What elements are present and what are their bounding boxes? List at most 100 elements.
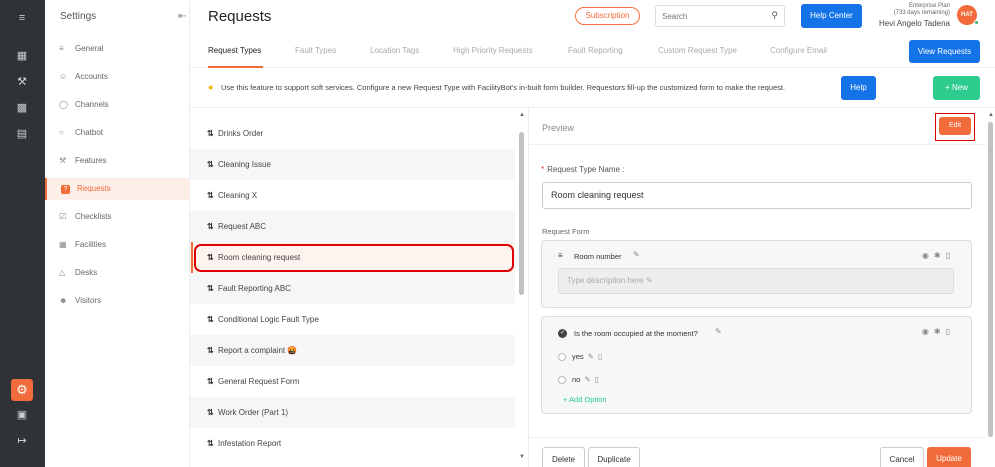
list-item[interactable]: ⇅ Request ABC	[190, 211, 515, 242]
sort-icon[interactable]: ⇅	[207, 335, 214, 366]
text-field-icon: ≡	[558, 251, 563, 260]
sort-icon[interactable]: ⇅	[207, 304, 214, 335]
list-scrollbar[interactable]: ▲ ▼	[518, 112, 526, 467]
list-item[interactable]: ⇅ Infestation Report	[190, 428, 515, 459]
eye-icon[interactable]: ◉	[922, 251, 934, 260]
request-type-name-field[interactable]: Room cleaning request	[542, 182, 972, 209]
tab-configure-email[interactable]: Configure Email	[770, 46, 827, 55]
option-label: no	[572, 375, 581, 384]
sidebar-item-label: Features	[75, 156, 107, 165]
trash-icon[interactable]: ▯	[595, 375, 599, 384]
chatbot-icon: ○	[59, 128, 64, 137]
delete-button[interactable]: Delete	[542, 447, 585, 467]
pencil-icon[interactable]: ✎	[715, 327, 722, 336]
subscription-button[interactable]: Subscription	[575, 7, 640, 25]
sort-icon[interactable]: ⇅	[207, 211, 214, 242]
sidebar-item-accounts[interactable]: ☺ Accounts	[45, 66, 190, 88]
box-icon[interactable]: ▣	[14, 407, 30, 423]
radio-button[interactable]	[558, 376, 566, 385]
radio-button[interactable]	[558, 353, 566, 362]
sidebar-item-label: Facilities	[75, 240, 107, 249]
sidebar-item-visitors[interactable]: ☻ Visitors	[45, 290, 190, 312]
list-item[interactable]: ⇅ Drinks Order	[190, 118, 515, 149]
menu-icon[interactable]: ≡	[14, 10, 30, 26]
trash-icon[interactable]: ▯	[946, 251, 955, 260]
add-option-button[interactable]: + Add Option	[563, 395, 607, 404]
scroll-up-icon[interactable]: ▲	[519, 112, 525, 118]
list-item[interactable]: ⇅ General Request Form	[190, 366, 515, 397]
update-button[interactable]: Update	[927, 447, 971, 467]
list-item-label: General Request Form	[218, 377, 300, 386]
sort-icon[interactable]: ⇅	[207, 118, 214, 149]
analytics-icon[interactable]: ▤	[14, 126, 30, 142]
collapse-sidebar-icon[interactable]: ⇤	[178, 11, 186, 22]
sort-icon[interactable]: ⇅	[207, 428, 214, 459]
list-item[interactable]: ⇅ Cleaning Issue	[190, 149, 515, 180]
sidebar-item-requests[interactable]: ? Requests	[45, 178, 190, 200]
description-field[interactable]: Type description here ✎	[558, 268, 954, 294]
logout-icon[interactable]: ↦	[14, 433, 30, 449]
sidebar-item-features[interactable]: ⚒ Features	[45, 150, 190, 172]
scroll-down-icon[interactable]: ▼	[519, 454, 525, 460]
edit-button[interactable]: Edit	[939, 117, 971, 135]
pencil-icon[interactable]: ✎	[646, 276, 653, 285]
sort-icon[interactable]: ⇅	[207, 149, 214, 180]
eye-icon[interactable]: ◉	[922, 327, 934, 336]
sidebar-item-checklists[interactable]: ☑ Checklists	[45, 206, 190, 228]
tab-fault-types[interactable]: Fault Types	[295, 46, 336, 55]
search-icon[interactable]: ⚲	[771, 10, 778, 21]
pencil-icon[interactable]: ✎	[584, 375, 590, 384]
trash-icon[interactable]: ▯	[946, 327, 955, 336]
view-requests-button[interactable]: View Requests	[909, 40, 980, 63]
pencil-icon[interactable]: ✎	[588, 352, 594, 361]
sidebar-item-general[interactable]: ≡ General	[45, 38, 190, 60]
option-yes[interactable]: yes ✎ ▯	[558, 352, 602, 362]
list-item[interactable]: ⇅ Report a complaint 🤬	[190, 335, 515, 366]
sidebar-item-facilities[interactable]: ▦ Facilities	[45, 234, 190, 256]
settings-sidebar: Settings ⇤ ≡ General ☺ Accounts ◯ Channe…	[45, 0, 190, 467]
sort-icon[interactable]: ⇅	[207, 366, 214, 397]
option-no[interactable]: no ✎ ▯	[558, 375, 599, 385]
cancel-button[interactable]: Cancel	[880, 447, 924, 467]
settings-icon[interactable]: ⚙	[11, 379, 33, 401]
sort-icon[interactable]: ⇅	[207, 397, 214, 428]
help-button[interactable]: Help	[841, 76, 876, 100]
tab-location-tags[interactable]: Location Tags	[370, 46, 419, 55]
sort-icon[interactable]: ⇅	[207, 180, 214, 211]
tools-icon[interactable]: ⚒	[14, 74, 30, 90]
sort-icon[interactable]: ⇅	[207, 273, 214, 304]
search-input[interactable]	[662, 6, 762, 27]
scrollbar-thumb[interactable]	[519, 132, 524, 295]
asterisk-icon[interactable]: ✱	[934, 327, 946, 336]
list-item-label: Conditional Logic Fault Type	[218, 315, 319, 324]
sidebar-item-channels[interactable]: ◯ Channels	[45, 94, 190, 116]
building-icon: ▦	[59, 240, 67, 249]
list-item[interactable]: ⇅ Fault Reporting ABC	[190, 273, 515, 304]
tab-fault-reporting[interactable]: Fault Reporting	[568, 46, 623, 55]
list-item[interactable]: ⇅ Work Order (Part 1)	[190, 397, 515, 428]
dashboard-icon[interactable]: ▦	[14, 48, 30, 64]
new-request-type-button[interactable]: + New	[933, 76, 980, 100]
asterisk-icon[interactable]: ✱	[934, 251, 946, 260]
list-item-label: Infestation Report	[218, 439, 282, 448]
list-item-label: Work Order (Part 1)	[218, 408, 289, 417]
scroll-up-icon[interactable]: ▲	[988, 112, 994, 118]
tab-request-types[interactable]: Request Types	[208, 46, 261, 55]
tab-high-priority-requests[interactable]: High Priority Requests	[453, 46, 533, 55]
pencil-icon[interactable]: ✎	[633, 250, 640, 259]
scrollbar-thumb[interactable]	[988, 122, 993, 437]
required-marker: *	[541, 165, 545, 174]
sidebar-item-desks[interactable]: △ Desks	[45, 262, 190, 284]
list-item-label: Request ABC	[218, 222, 267, 231]
list-item[interactable]: ⇅ Cleaning X	[190, 180, 515, 211]
list-item-label: Report a complaint 🤬	[218, 346, 298, 355]
sidebar-item-chatbot[interactable]: ○ Chatbot	[45, 122, 190, 144]
list-item[interactable]: ⇅ Conditional Logic Fault Type	[190, 304, 515, 335]
duplicate-button[interactable]: Duplicate	[588, 447, 640, 467]
list-item-label: Cleaning Issue	[218, 160, 271, 169]
chart-icon[interactable]: ▩	[14, 100, 30, 116]
trash-icon[interactable]: ▯	[598, 352, 602, 361]
tab-custom-request-type[interactable]: Custom Request Type	[658, 46, 737, 55]
help-center-button[interactable]: Help Center	[801, 4, 862, 28]
preview-scrollbar[interactable]: ▲	[986, 112, 995, 467]
